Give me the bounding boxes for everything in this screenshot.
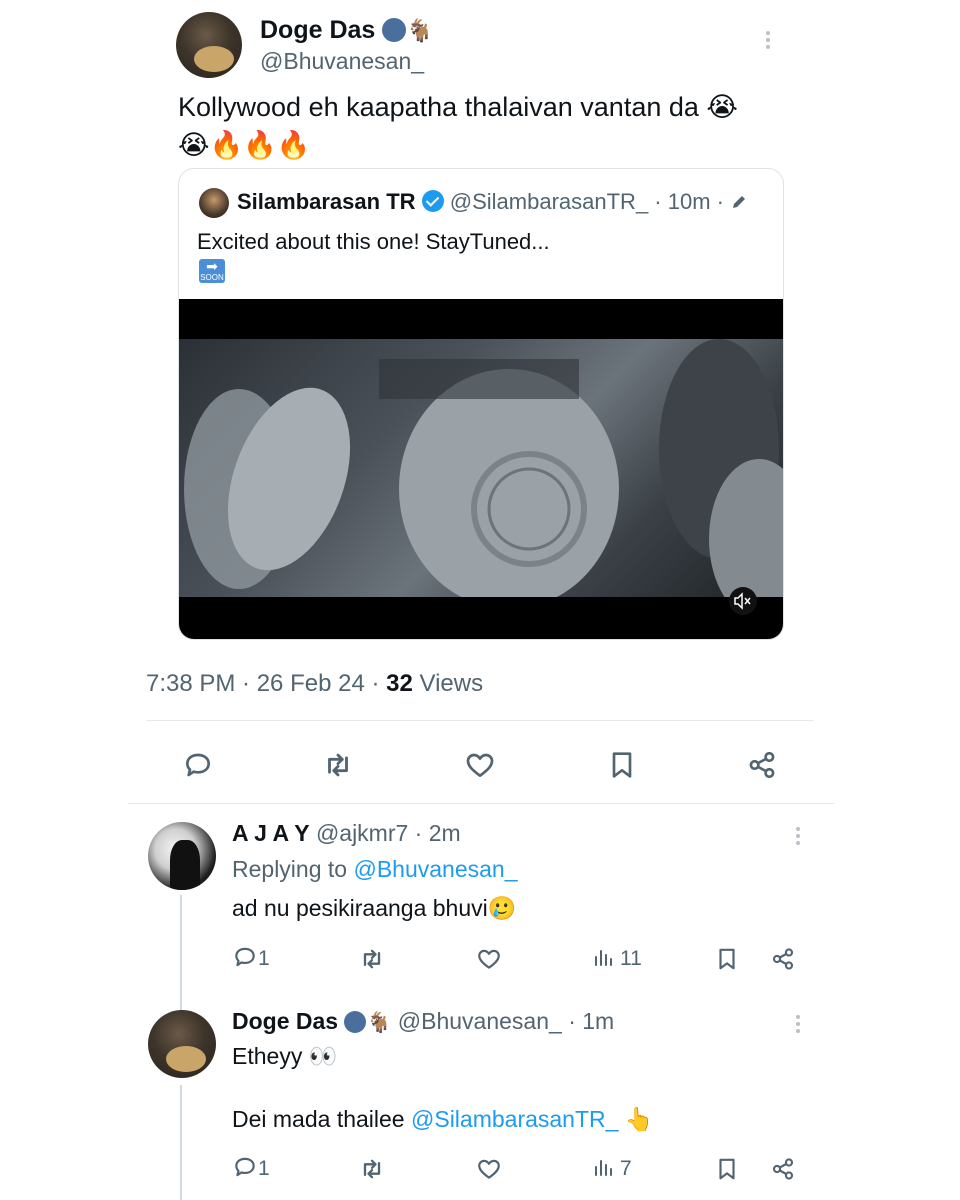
video-player[interactable] — [179, 299, 783, 639]
like-icon[interactable] — [472, 1152, 506, 1186]
reply-count: 1 — [258, 947, 270, 970]
quoted-avatar — [199, 188, 229, 218]
thread-line — [180, 1085, 182, 1200]
reply-header: Doge Das 🐐 @Bhuvanesan_ · 1m — [232, 1008, 614, 1035]
reply-display-name[interactable]: Doge Das — [232, 1008, 338, 1034]
mute-icon[interactable] — [729, 587, 757, 615]
quoted-display-name: Silambarasan TR — [237, 189, 416, 214]
reply-header: A J A Y @ajkmr7 · 2m — [232, 820, 461, 847]
views-icon — [592, 945, 616, 974]
more-icon[interactable] — [796, 824, 800, 848]
share-icon[interactable] — [742, 745, 782, 785]
reply-count: 1 — [258, 1157, 270, 1180]
tweet-text: Kollywood eh kaapatha thalaivan vantan d… — [178, 92, 738, 160]
more-icon[interactable] — [766, 28, 770, 52]
replying-to: Replying to @Bhuvanesan_ — [232, 856, 518, 882]
replying-handle-link[interactable]: @Bhuvanesan_ — [353, 856, 517, 882]
share-icon[interactable] — [766, 942, 800, 976]
video-frame — [179, 339, 783, 597]
reply-icon[interactable] — [178, 745, 218, 785]
more-icon[interactable] — [796, 1012, 800, 1036]
soon-emoji: ➡ SOON — [199, 258, 225, 283]
bookmark-icon[interactable] — [710, 942, 744, 976]
avatar[interactable] — [148, 1010, 216, 1078]
reply-text: Etheyy 👀 — [232, 1043, 338, 1069]
retweet-icon[interactable] — [318, 745, 358, 785]
quoted-tweet-card[interactable]: Silambarasan TR @SilambarasanTR_ · 10m ·… — [178, 168, 784, 640]
goat-emoji: 🐐 — [366, 1012, 392, 1034]
reply-text: ad nu pesikiraanga bhuvi🥲 — [232, 895, 517, 921]
reply-icon — [232, 1154, 258, 1185]
like-icon[interactable] — [472, 942, 506, 976]
reply-icon — [232, 944, 258, 975]
avatar[interactable] — [148, 822, 216, 890]
avatar[interactable] — [176, 12, 242, 78]
quoted-text: Excited about this one! StayTuned... — [197, 229, 550, 254]
reply-button[interactable]: 1 — [232, 1152, 270, 1186]
bookmark-icon[interactable] — [602, 745, 642, 785]
divider — [128, 803, 834, 804]
views-button[interactable]: 7 — [592, 1152, 632, 1186]
views-button[interactable]: 11 — [592, 942, 642, 976]
moon-emoji — [344, 1011, 367, 1033]
edit-icon — [730, 191, 748, 217]
moon-emoji — [382, 18, 407, 42]
views-count: 7 — [620, 1157, 632, 1180]
tweet-timestamp: 7:38 PM · 26 Feb 24 · 32 Views — [146, 670, 484, 697]
reply-button[interactable]: 1 — [232, 942, 270, 976]
share-icon[interactable] — [766, 1152, 800, 1186]
retweet-icon[interactable] — [355, 1152, 389, 1186]
views-count: 32 — [386, 670, 413, 697]
reply-handle-meta: @ajkmr7 · 2m — [315, 820, 461, 846]
mention-link[interactable]: @SilambarasanTR_ — [411, 1106, 618, 1132]
thread-line — [180, 895, 182, 1010]
display-name[interactable]: Doge Das 🐐 — [260, 16, 434, 45]
verified-badge-icon — [421, 190, 444, 212]
divider — [146, 720, 814, 721]
reply-display-name[interactable]: A J A Y — [232, 820, 310, 846]
goat-emoji: 🐐 — [406, 18, 434, 43]
quoted-header: Silambarasan TR @SilambarasanTR_ · 10m · — [237, 189, 748, 217]
quoted-handle-meta: @SilambarasanTR_ · 10m · — [449, 189, 731, 214]
handle[interactable]: @Bhuvanesan_ — [260, 48, 424, 75]
reply-handle-meta: @Bhuvanesan_ · 1m — [397, 1008, 615, 1034]
like-icon[interactable] — [460, 745, 500, 785]
bookmark-icon[interactable] — [710, 1152, 744, 1186]
views-count: 11 — [620, 947, 642, 970]
reply-text: Dei mada thailee @SilambarasanTR_ 👆 — [232, 1106, 654, 1132]
views-icon — [592, 1155, 616, 1184]
retweet-icon[interactable] — [355, 942, 389, 976]
